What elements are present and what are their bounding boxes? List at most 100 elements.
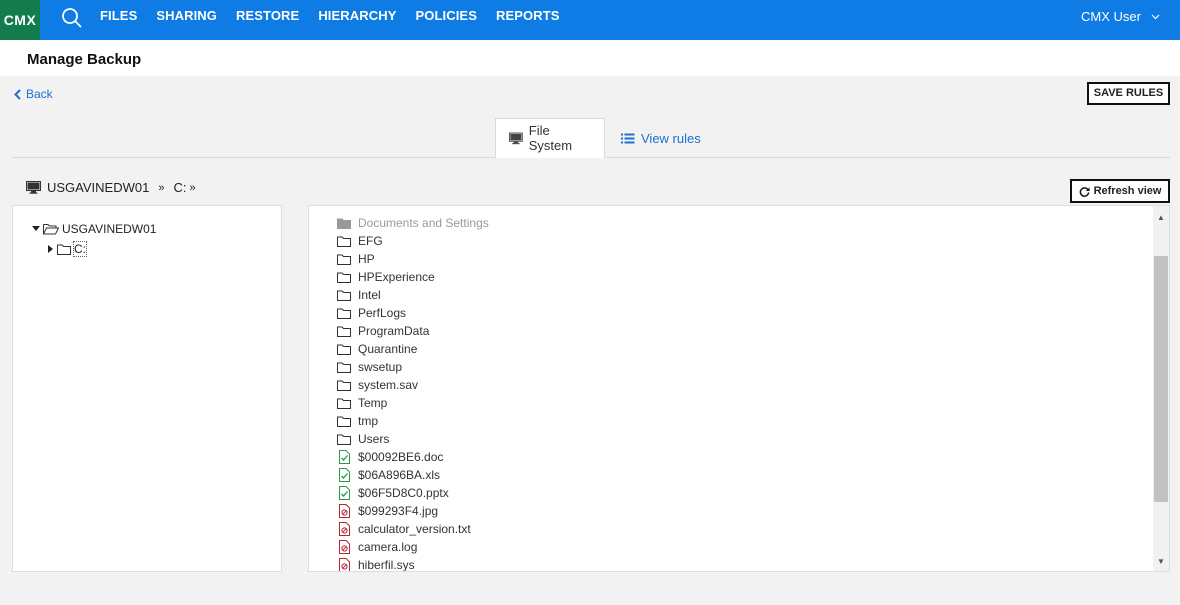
tree-node-root[interactable]: USGAVINEDW01 (32, 222, 156, 236)
chevron-down-icon (1151, 14, 1160, 20)
file-row[interactable]: $06F5D8C0.pptx (337, 484, 489, 502)
back-link[interactable]: Back (14, 87, 53, 101)
file-row[interactable]: Quarantine (337, 340, 489, 358)
nav-restore[interactable]: RESTORE (236, 0, 299, 32)
file-row[interactable]: HP (337, 250, 489, 268)
folder-icon (337, 396, 351, 410)
folder-icon (337, 324, 351, 338)
refresh-view-button[interactable]: Refresh view (1070, 179, 1170, 203)
file-name: hiberfil.sys (358, 558, 415, 572)
file-name: Temp (358, 396, 388, 410)
breadcrumb-machine[interactable]: USGAVINEDW01 (47, 180, 149, 195)
file-name: $099293F4.jpg (358, 504, 439, 518)
folder-icon (337, 234, 351, 248)
folder-filled-icon (337, 216, 351, 230)
file-row[interactable]: ProgramData (337, 322, 489, 340)
file-name: calculator_version.txt (358, 522, 471, 536)
tree-node-root-label: USGAVINEDW01 (62, 222, 157, 236)
save-rules-button[interactable]: SAVE RULES (1087, 82, 1170, 105)
breadcrumb-separator: » (158, 181, 165, 194)
file-row[interactable]: Temp (337, 394, 489, 412)
scrollbar-thumb[interactable] (1154, 256, 1168, 502)
caret-down-icon[interactable] (32, 226, 40, 232)
file-name: Users (358, 432, 390, 446)
breadcrumb-separator: » (189, 181, 196, 194)
file-row[interactable]: tmp (337, 412, 489, 430)
scroll-up-arrow-icon[interactable]: ▲ (1153, 210, 1169, 226)
folder-icon (337, 270, 351, 284)
vertical-scrollbar[interactable]: ▲ ▼ (1153, 206, 1169, 571)
file-name: EFG (358, 234, 383, 248)
folder-open-icon (43, 224, 59, 235)
main-nav: FILES SHARING RESTORE HIERARCHY POLICIES… (100, 0, 579, 32)
file-name: $06A896BA.xls (358, 468, 441, 482)
file-list-panel: Documents and Settings EFG HP HPExperience I… (308, 205, 1170, 572)
file-name: PerfLogs (358, 306, 407, 320)
file-row[interactable]: EFG (337, 232, 489, 250)
file-row[interactable]: $06A896BA.xls (337, 466, 489, 484)
file-row[interactable]: calculator_version.txt (337, 520, 489, 538)
user-menu[interactable]: CMX User (1081, 0, 1160, 34)
caret-right-icon[interactable] (48, 245, 54, 253)
refresh-view-label: Refresh view (1093, 185, 1162, 197)
nav-hierarchy[interactable]: HIERARCHY (318, 0, 396, 32)
file-name: swsetup (358, 360, 403, 374)
nav-sharing[interactable]: SHARING (156, 0, 217, 32)
file-row[interactable]: PerfLogs (337, 304, 489, 322)
file-name: HP (358, 252, 375, 266)
file-name: system.sav (358, 378, 419, 392)
tab-file-system[interactable]: File System (495, 118, 605, 158)
tab-view-rules[interactable]: View rules (608, 118, 714, 158)
file-row[interactable]: Intel (337, 286, 489, 304)
file-row[interactable]: Documents and Settings (337, 214, 489, 232)
breadcrumb-drive[interactable]: C: (173, 180, 186, 195)
file-row[interactable]: $099293F4.jpg (337, 502, 489, 520)
file-row[interactable]: $00092BE6.doc (337, 448, 489, 466)
file-row[interactable]: system.sav (337, 376, 489, 394)
file-row[interactable]: Users (337, 430, 489, 448)
top-navigation-bar: CMX FILES SHARING RESTORE HIERARCHY POLI… (0, 0, 1180, 40)
file-row[interactable]: hiberfil.sys (337, 556, 489, 572)
tree-node-c-label: C: (73, 241, 87, 257)
folder-tree-panel: USGAVINEDW01 C: (12, 205, 282, 572)
file-name: Intel (358, 288, 381, 302)
file-name: HPExperience (358, 270, 435, 284)
search-icon[interactable] (60, 6, 84, 30)
back-label: Back (26, 87, 53, 101)
folder-icon (337, 360, 351, 374)
cmx-logo[interactable]: CMX (0, 0, 40, 40)
page-title: Manage Backup (27, 51, 142, 68)
nav-reports[interactable]: REPORTS (496, 0, 560, 32)
folder-icon (337, 342, 351, 356)
file-name: $06F5D8C0.pptx (358, 486, 449, 500)
file-list: Documents and Settings EFG HP HPExperience I… (337, 214, 489, 572)
file-row[interactable]: swsetup (337, 358, 489, 376)
folder-icon (337, 414, 351, 428)
file-name: Quarantine (358, 342, 418, 356)
folder-icon (337, 432, 351, 446)
file-check-icon (337, 450, 351, 464)
file-name: tmp (358, 414, 379, 428)
file-row[interactable]: camera.log (337, 538, 489, 556)
tree-node-c-drive[interactable]: C: (48, 241, 87, 257)
file-blocked-icon (337, 558, 351, 571)
list-icon (621, 133, 635, 143)
file-row[interactable]: HPExperience (337, 268, 489, 286)
file-check-icon (337, 468, 351, 482)
nav-policies[interactable]: POLICIES (416, 0, 477, 32)
scroll-down-arrow-icon[interactable]: ▼ (1153, 554, 1169, 570)
file-blocked-icon (337, 504, 351, 518)
chevron-left-icon (14, 88, 21, 100)
file-name: camera.log (358, 540, 418, 554)
file-name: ProgramData (358, 324, 430, 338)
folder-icon (57, 244, 71, 255)
breadcrumb: USGAVINEDW01 » C: » (26, 180, 199, 195)
nav-files[interactable]: FILES (100, 0, 137, 32)
file-name: $00092BE6.doc (358, 450, 444, 464)
file-blocked-icon (337, 540, 351, 554)
file-name: Documents and Settings (358, 216, 489, 230)
monitor-icon (509, 132, 523, 144)
tab-view-rules-label: View rules (641, 130, 701, 146)
page-header: Manage Backup (0, 40, 1180, 76)
refresh-icon (1079, 186, 1090, 197)
